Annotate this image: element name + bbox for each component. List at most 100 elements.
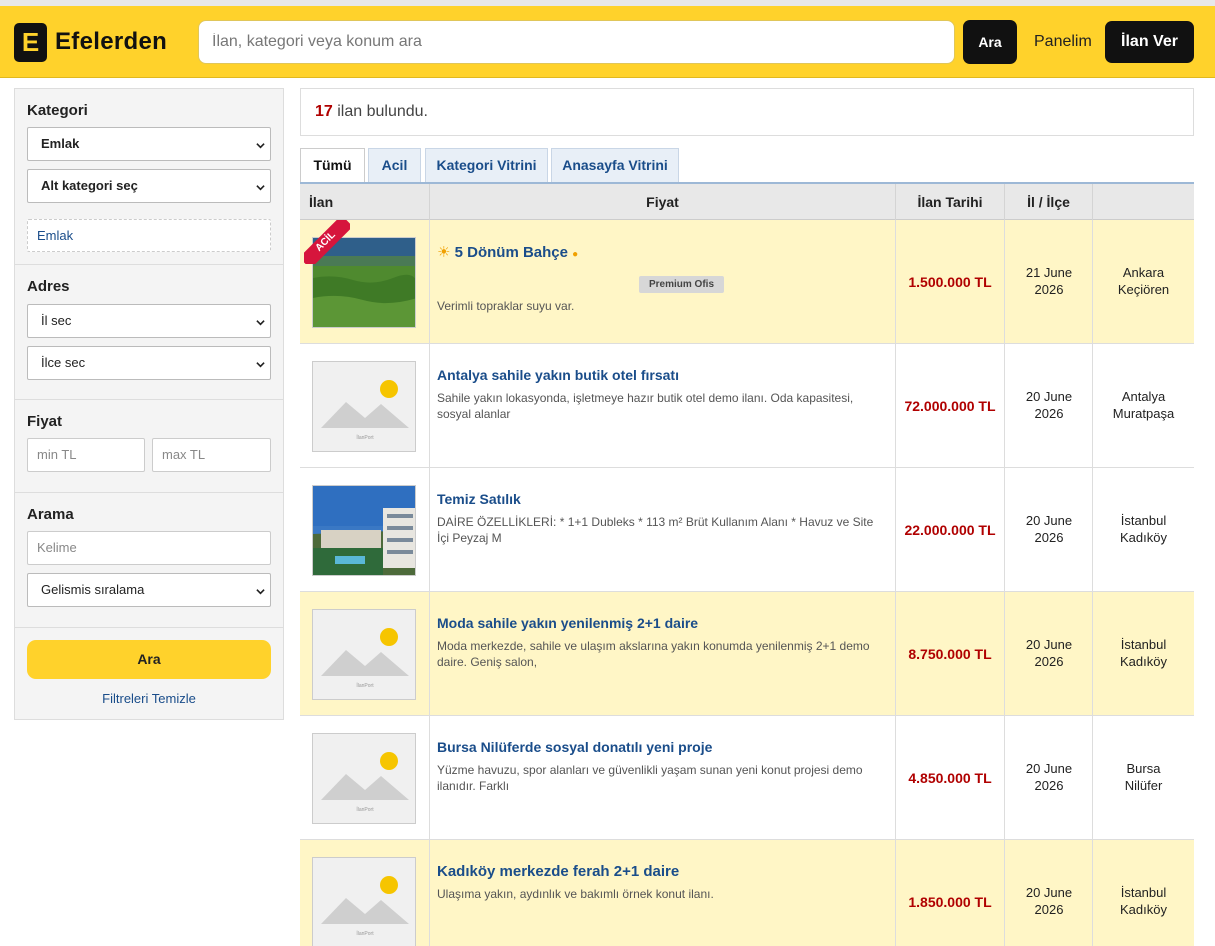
image-placeholder-icon: İlanPort <box>313 734 415 823</box>
svg-text:İlanPort: İlanPort <box>356 806 374 813</box>
apartment-photo <box>313 486 415 575</box>
tab-urgent[interactable]: Acil <box>368 148 421 182</box>
listing-date: 20 June 2026 <box>1025 761 1073 793</box>
listing-location: İstanbul Kadıköy <box>1120 513 1167 545</box>
clear-filters-link[interactable]: Filtreleri Temizle <box>15 691 283 706</box>
premium-badge: Premium Ofis <box>639 276 724 293</box>
col-header-listing[interactable]: İlan <box>300 184 430 220</box>
listing-description: Yüzme havuzu, spor alanları ve güvenlikl… <box>437 763 863 793</box>
sidebar-search-button[interactable]: Ara <box>27 640 271 679</box>
chevron-down-icon <box>256 320 265 326</box>
tab-category-showcase[interactable]: Kategori Vitrini <box>425 148 548 182</box>
table-row[interactable]: İlanPort Antalya sahile yakın butik otel… <box>300 344 1194 468</box>
listing-price: 22.000.000 TL <box>904 522 996 538</box>
listing-title[interactable]: Moda sahile yakın yenilenmiş 2+1 daire <box>437 615 698 631</box>
max-price-input[interactable]: max TL <box>152 438 271 472</box>
price-section: Fiyat min TL max TL <box>15 400 283 493</box>
image-placeholder-icon: İlanPort <box>313 362 415 451</box>
post-ad-button[interactable]: İlan Ver <box>1105 21 1194 63</box>
listing-price: 72.000.000 TL <box>904 398 996 414</box>
listing-title[interactable]: Bursa Nilüferde sosyal donatılı yeni pro… <box>437 739 712 755</box>
category-select-value: Emlak <box>41 136 80 151</box>
listing-description: Sahile yakın lokasyonda, işletmeye hazır… <box>437 391 854 421</box>
listing-description: Verimli topraklar suyu var. <box>437 299 575 313</box>
table-row[interactable]: İlanPort Bursa Nilüferde sosyal donatılı… <box>300 716 1194 840</box>
active-category-chip[interactable]: Emlak <box>27 219 271 252</box>
sun-icon: ☀ <box>437 244 451 261</box>
address-title: Adres <box>27 278 70 295</box>
listing-photo-placeholder[interactable]: İlanPort <box>312 361 416 452</box>
featured-dot-icon: ● <box>572 249 579 260</box>
logo-mark[interactable]: E <box>14 23 47 62</box>
listing-date: 20 June 2026 <box>1025 885 1073 917</box>
svg-text:İlanPort: İlanPort <box>356 930 374 937</box>
subcategory-select[interactable]: Alt kategori seç <box>27 169 271 203</box>
results-count-box: 17 ilan bulundu. <box>300 88 1194 136</box>
listing-photo-placeholder[interactable]: İlanPort <box>312 733 416 824</box>
province-select-value: İl sec <box>41 313 72 328</box>
sort-select[interactable]: Gelismis sıralama <box>27 573 271 607</box>
col-header-date[interactable]: İlan Tarihi <box>896 184 1005 220</box>
results-text: ilan bulundu. <box>332 103 428 120</box>
listing-description: Moda merkezde, sahile ve ulaşım aksların… <box>437 639 870 669</box>
header-search-button[interactable]: Ara <box>963 20 1017 64</box>
listing-location: İstanbul Kadıköy <box>1120 885 1167 917</box>
svg-text:İlanPort: İlanPort <box>356 434 374 441</box>
listing-title[interactable]: Antalya sahile yakın butik otel fırsatı <box>437 367 679 383</box>
tab-homepage-showcase[interactable]: Anasayfa Vitrini <box>551 148 679 182</box>
chevron-down-icon <box>256 143 265 149</box>
listing-title[interactable]: Kadıköy merkezde ferah 2+1 daire <box>437 863 679 880</box>
subcategory-select-value: Alt kategori seç <box>41 178 138 193</box>
listing-price: 8.750.000 TL <box>908 646 992 662</box>
svg-text:İlanPort: İlanPort <box>356 682 374 689</box>
search-title: Arama <box>27 506 74 523</box>
category-section: Kategori Emlak Alt kategori seç Emlak <box>15 89 283 265</box>
filter-sidebar: Kategori Emlak Alt kategori seç Emlak Ad… <box>14 88 284 720</box>
category-title: Kategori <box>27 102 88 119</box>
listing-location: İstanbul Kadıköy <box>1120 637 1167 669</box>
listing-title[interactable]: ☀ 5 Dönüm Bahçe ● <box>437 243 578 261</box>
listing-date: 20 June 2026 <box>1025 637 1073 669</box>
panel-link[interactable]: Panelim <box>1034 33 1092 51</box>
chevron-down-icon <box>256 362 265 368</box>
category-select[interactable]: Emlak <box>27 127 271 161</box>
chevron-down-icon <box>256 589 265 595</box>
min-price-input[interactable]: min TL <box>27 438 145 472</box>
urgent-ribbon: ACİL <box>304 220 350 264</box>
listing-price: 4.850.000 TL <box>908 770 992 786</box>
results-count: 17 <box>315 103 333 120</box>
listing-photo-placeholder[interactable]: İlanPort <box>312 609 416 700</box>
urgent-ribbon-label: ACİL <box>304 220 350 264</box>
price-title: Fiyat <box>27 413 63 430</box>
header-search-input[interactable] <box>198 20 955 64</box>
listing-date: 20 June 2026 <box>1025 389 1073 421</box>
table-row[interactable]: ACİL ☀ 5 Dönüm Bahçe ● Premium Ofis Veri… <box>300 220 1194 344</box>
keyword-input[interactable]: Kelime <box>27 531 271 565</box>
listing-description: Ulaşıma yakın, aydınlık ve bakımlı örnek… <box>437 887 714 901</box>
listing-date: 20 June 2026 <box>1025 513 1073 545</box>
logo-text[interactable]: Efelerden <box>55 28 167 56</box>
col-header-location[interactable]: İl / İlçe <box>1005 184 1093 220</box>
district-select[interactable]: İlce sec <box>27 346 271 380</box>
chevron-down-icon <box>256 185 265 191</box>
listing-title-text[interactable]: 5 Dönüm Bahçe <box>455 244 568 261</box>
image-placeholder-icon: İlanPort <box>313 610 415 699</box>
listing-location: Antalya Muratpaşa <box>1112 389 1175 421</box>
address-section: Adres İl sec İlce sec <box>15 265 283 400</box>
listing-location: Bursa Nilüfer <box>1124 761 1163 793</box>
table-row[interactable]: İlanPort Moda sahile yakın yenilenmiş 2+… <box>300 592 1194 716</box>
listing-title[interactable]: Temiz Satılık <box>437 491 521 507</box>
sort-select-value: Gelismis sıralama <box>41 582 145 597</box>
listing-photo-apartment[interactable] <box>312 485 416 576</box>
table-row[interactable]: Temiz Satılık DAİRE ÖZELLİKLERİ: * 1+1 D… <box>300 468 1194 592</box>
listing-price: 1.500.000 TL <box>908 274 992 290</box>
listing-description: DAİRE ÖZELLİKLERİ: * 1+1 Dubleks * 113 m… <box>437 515 874 545</box>
district-select-value: İlce sec <box>41 355 86 370</box>
tab-all[interactable]: Tümü <box>300 148 365 184</box>
listing-photo-placeholder[interactable]: İlanPort <box>312 857 416 946</box>
site-header: E Efelerden Ara Panelim İlan Ver <box>0 6 1215 78</box>
col-header-price[interactable]: Fiyat <box>430 184 896 220</box>
table-header: İlan Fiyat İlan Tarihi İl / İlçe <box>300 184 1194 220</box>
province-select[interactable]: İl sec <box>27 304 271 338</box>
table-row[interactable]: İlanPort Kadıköy merkezde ferah 2+1 dair… <box>300 840 1194 946</box>
